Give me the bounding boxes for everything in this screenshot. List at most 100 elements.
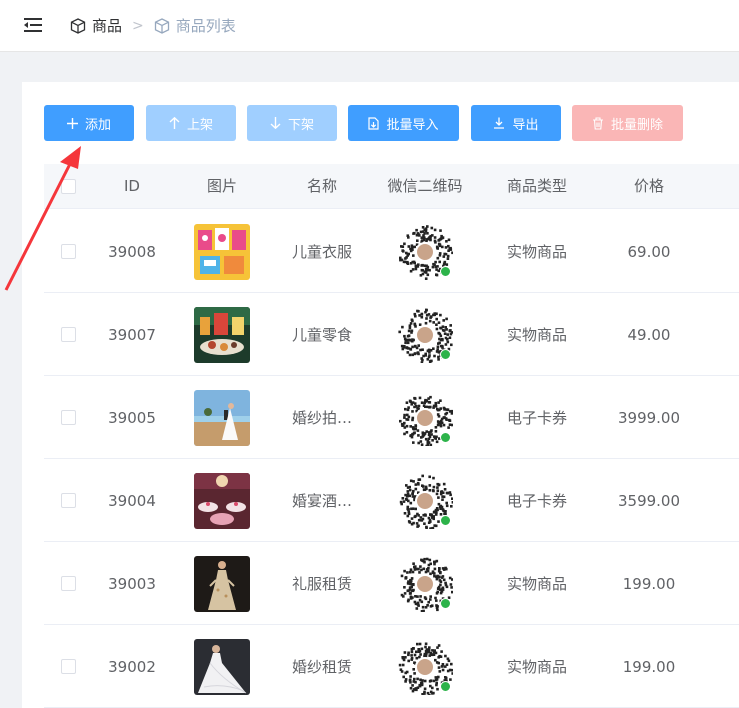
breadcrumb-item-goods-list: 商品列表	[154, 15, 236, 36]
wechat-qrcode[interactable]	[397, 224, 454, 280]
table-row[interactable]: 39008 儿童衣服 实物商品 69.00	[44, 210, 739, 293]
breadcrumb-label: 商品	[92, 17, 123, 35]
column-header-qrcode: 微信二维码	[387, 177, 463, 195]
add-button[interactable]: 添加	[44, 105, 134, 141]
cell-price: 199.00	[622, 574, 676, 593]
table-row[interactable]: 39003 礼服租赁 实物商品 199.00	[44, 542, 739, 625]
row-select-cell	[44, 542, 92, 625]
column-header-name: 名称	[306, 177, 337, 195]
wechat-badge-icon	[440, 431, 451, 443]
table-row[interactable]: 39007 儿童零食 实物商品 49.00	[44, 293, 739, 376]
column-header-type: 商品类型	[506, 177, 567, 195]
wechat-badge-icon	[440, 680, 451, 692]
product-thumbnail[interactable]	[194, 223, 250, 280]
cell-id: 39008	[108, 242, 156, 261]
cell-image	[172, 459, 272, 542]
cell-id: 39002	[108, 657, 156, 676]
breadcrumb-separator: >	[132, 17, 144, 34]
cell-qrcode	[372, 459, 478, 542]
qr-avatar	[415, 407, 435, 428]
cell-name: 儿童衣服	[291, 243, 352, 261]
wechat-badge-icon	[440, 348, 451, 360]
cell-type: 实物商品	[506, 658, 567, 676]
cell-type: 电子卡券	[506, 409, 567, 427]
table-row[interactable]: 39005 婚纱拍… 电子卡券 3999.00	[44, 376, 739, 459]
trash-icon	[592, 116, 603, 130]
product-thumbnail[interactable]	[194, 555, 250, 612]
product-thumbnail[interactable]	[194, 638, 250, 695]
menu-fold-icon[interactable]	[24, 17, 42, 33]
product-thumbnail[interactable]	[194, 472, 250, 529]
wechat-qrcode[interactable]	[397, 639, 454, 696]
wechat-badge-icon	[440, 597, 451, 609]
cell-price: 199.00	[622, 657, 676, 676]
cell-qrcode	[372, 625, 478, 708]
cell-qrcode	[372, 542, 478, 625]
row-checkbox[interactable]	[60, 410, 76, 425]
add-button-label: 添加	[84, 117, 111, 133]
cell-price: 69.00	[627, 242, 671, 261]
product-thumbnail[interactable]	[194, 389, 250, 446]
column-header-price[interactable]: 价格	[596, 164, 702, 209]
wechat-qrcode[interactable]	[397, 390, 454, 447]
row-checkbox[interactable]	[60, 493, 76, 508]
wechat-qrcode[interactable]	[397, 556, 454, 613]
cell-image	[172, 542, 272, 625]
download-icon	[494, 117, 505, 129]
arrow-down-icon	[270, 117, 281, 129]
wechat-qrcode[interactable]	[397, 473, 455, 530]
qr-avatar	[415, 573, 435, 594]
cell-id: 39004	[108, 491, 156, 510]
cell-image	[172, 210, 272, 293]
cell-price: 49.00	[627, 325, 671, 344]
box-icon	[70, 17, 86, 34]
batch-import-button[interactable]: 批量导入	[348, 105, 459, 141]
cell-image	[172, 293, 272, 376]
cell-price: 3999.00	[617, 408, 681, 427]
cell-type: 实物商品	[506, 243, 567, 261]
shelf-up-label: 上架	[186, 117, 213, 133]
top-navbar: 商品 > 商品列表	[0, 0, 739, 52]
shelf-up-button[interactable]: 上架	[146, 105, 236, 141]
row-select-cell	[44, 625, 92, 708]
table-row[interactable]: 39004 婚宴酒… 电子卡券 3599.00	[44, 459, 739, 542]
wechat-qrcode[interactable]	[397, 307, 454, 364]
cell-qrcode	[372, 376, 478, 459]
row-checkbox[interactable]	[60, 659, 76, 674]
table-header: ID 图片 名称 微信二维码 商品类型 价格	[44, 164, 739, 209]
cell-type: 实物商品	[506, 575, 567, 593]
annotation-arrow	[4, 146, 81, 291]
row-select-cell	[44, 459, 92, 542]
cell-qrcode	[372, 210, 478, 293]
product-thumbnail[interactable]	[194, 306, 250, 363]
batch-delete-label: 批量删除	[610, 117, 663, 133]
qr-avatar	[415, 324, 435, 345]
cell-qrcode	[372, 293, 478, 376]
shelf-down-button[interactable]: 下架	[247, 105, 337, 141]
cell-price: 3599.00	[617, 491, 681, 510]
row-checkbox[interactable]	[60, 576, 76, 591]
box-icon	[154, 17, 169, 34]
content-card: 添加 上架 下架 批量导入 导出 批量删除 ID 图片 名称 微信二维码 商品类…	[22, 82, 739, 708]
shelf-down-label: 下架	[287, 117, 314, 133]
batch-delete-button[interactable]: 批量删除	[572, 105, 683, 141]
table-row[interactable]: 39002 婚纱租赁 实物商品 199.00	[44, 625, 739, 708]
cell-id: 39005	[108, 408, 156, 427]
qr-avatar	[415, 656, 435, 677]
cell-name: 婚纱拍…	[291, 409, 352, 427]
cell-id: 39007	[108, 325, 156, 344]
batch-import-label: 批量导入	[386, 117, 439, 133]
cell-name: 婚纱租赁	[291, 658, 352, 676]
qr-avatar	[415, 241, 435, 262]
row-select-cell	[44, 293, 92, 376]
wechat-badge-icon	[440, 514, 451, 526]
column-header-id[interactable]: ID	[92, 164, 172, 209]
cell-name: 礼服租赁	[291, 575, 352, 593]
breadcrumb: 商品 > 商品列表	[70, 15, 236, 36]
cell-image	[172, 625, 272, 708]
row-checkbox[interactable]	[60, 327, 76, 342]
export-button[interactable]: 导出	[471, 105, 561, 141]
breadcrumb-item-goods[interactable]: 商品	[70, 15, 122, 36]
cell-id: 39003	[108, 574, 156, 593]
cell-type: 电子卡券	[506, 492, 567, 510]
